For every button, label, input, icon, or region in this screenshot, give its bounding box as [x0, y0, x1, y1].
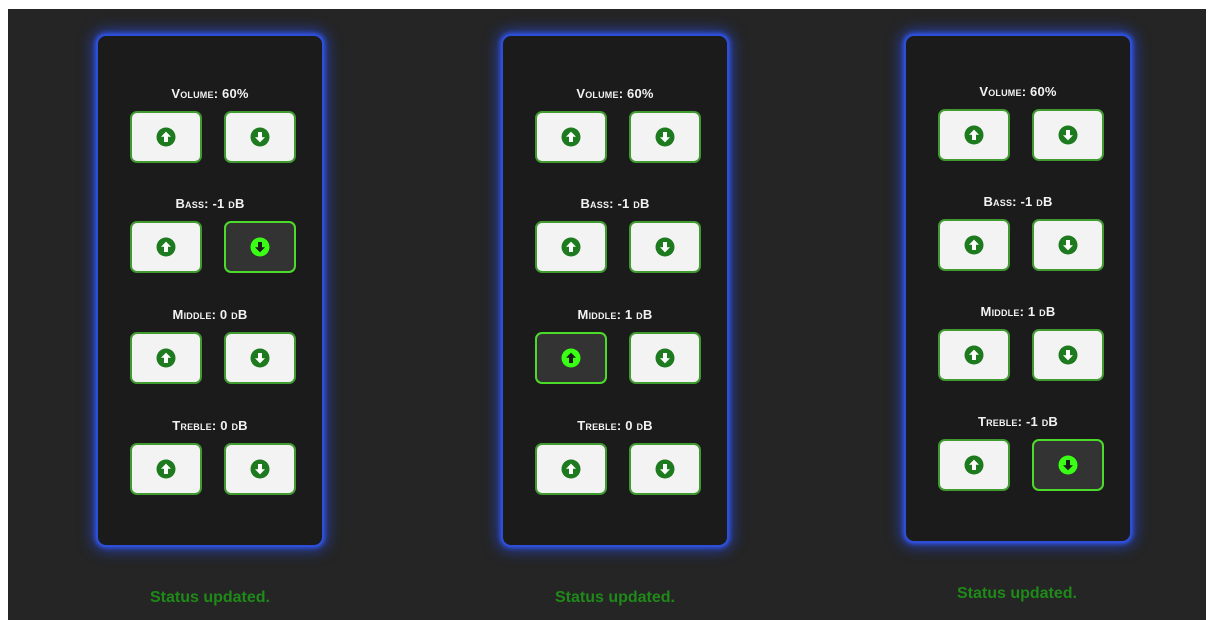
arrow-up-circle-icon	[964, 235, 984, 255]
middle-down-button[interactable]	[224, 332, 296, 384]
treble-down-button[interactable]	[1032, 439, 1104, 491]
bass-label: Bass: -1 dB	[983, 194, 1053, 209]
volume-down-button[interactable]	[629, 111, 701, 163]
arrow-down-circle-icon	[1058, 455, 1078, 475]
treble-label: Treble: 0 dB	[172, 418, 248, 433]
middle-label: Middle: 1 dB	[577, 307, 653, 322]
bass-down-button[interactable]	[224, 221, 296, 273]
arrow-down-circle-icon	[1058, 345, 1078, 365]
status-message: Status updated.	[956, 585, 1077, 602]
arrow-up-circle-icon	[156, 237, 176, 257]
volume-label: Volume: 60%	[171, 86, 249, 101]
bass-down-button[interactable]	[629, 221, 701, 273]
middle-label: Middle: 1 dB	[980, 304, 1056, 319]
volume-up-button[interactable]	[130, 111, 202, 163]
arrow-up-circle-icon	[561, 348, 581, 368]
status-message: Status updated.	[554, 589, 675, 606]
arrow-up-circle-icon	[156, 127, 176, 147]
middle-up-button[interactable]	[130, 332, 202, 384]
volume-down-button[interactable]	[224, 111, 296, 163]
arrow-up-circle-icon	[964, 455, 984, 475]
bass-label: Bass: -1 dB	[580, 196, 650, 211]
audio-control-panel-1: Volume: 60% Bass: -1 dB Middle: 0 dB Tre…	[96, 34, 324, 547]
arrow-up-circle-icon	[561, 237, 581, 257]
arrow-down-circle-icon	[250, 348, 270, 368]
bass-down-button[interactable]	[1032, 219, 1104, 271]
volume-down-button[interactable]	[1032, 109, 1104, 161]
arrow-down-circle-icon	[250, 237, 270, 257]
volume-label: Volume: 60%	[979, 84, 1057, 99]
middle-up-button[interactable]	[938, 329, 1010, 381]
volume-up-button[interactable]	[535, 111, 607, 163]
treble-down-button[interactable]	[629, 443, 701, 495]
arrow-up-circle-icon	[156, 348, 176, 368]
bass-label: Bass: -1 dB	[175, 196, 245, 211]
arrow-down-circle-icon	[655, 348, 675, 368]
middle-label: Middle: 0 dB	[172, 307, 248, 322]
arrow-up-circle-icon	[964, 125, 984, 145]
treble-up-button[interactable]	[130, 443, 202, 495]
audio-control-panel-2: Volume: 60% Bass: -1 dB Middle: 1 dB Tre…	[501, 34, 729, 547]
bass-up-button[interactable]	[938, 219, 1010, 271]
bass-up-button[interactable]	[130, 221, 202, 273]
arrow-down-circle-icon	[250, 459, 270, 479]
treble-up-button[interactable]	[938, 439, 1010, 491]
arrow-down-circle-icon	[1058, 235, 1078, 255]
volume-label: Volume: 60%	[576, 86, 654, 101]
volume-up-button[interactable]	[938, 109, 1010, 161]
arrow-down-circle-icon	[655, 459, 675, 479]
middle-down-button[interactable]	[629, 332, 701, 384]
treble-label: Treble: 0 dB	[577, 418, 653, 433]
arrow-down-circle-icon	[250, 127, 270, 147]
arrow-up-circle-icon	[561, 459, 581, 479]
bass-up-button[interactable]	[535, 221, 607, 273]
arrow-down-circle-icon	[655, 237, 675, 257]
middle-up-button[interactable]	[535, 332, 607, 384]
app-background: Volume: 60% Bass: -1 dB Middle: 0 dB Tre…	[8, 9, 1206, 620]
status-message: Status updated.	[149, 589, 270, 606]
arrow-up-circle-icon	[156, 459, 176, 479]
treble-label: Treble: -1 dB	[977, 414, 1059, 429]
audio-control-panel-3: Volume: 60% Bass: -1 dB Middle: 1 dB Tre…	[904, 34, 1132, 543]
middle-down-button[interactable]	[1032, 329, 1104, 381]
arrow-up-circle-icon	[561, 127, 581, 147]
arrow-up-circle-icon	[964, 345, 984, 365]
treble-up-button[interactable]	[535, 443, 607, 495]
treble-down-button[interactable]	[224, 443, 296, 495]
arrow-down-circle-icon	[1058, 125, 1078, 145]
arrow-down-circle-icon	[655, 127, 675, 147]
